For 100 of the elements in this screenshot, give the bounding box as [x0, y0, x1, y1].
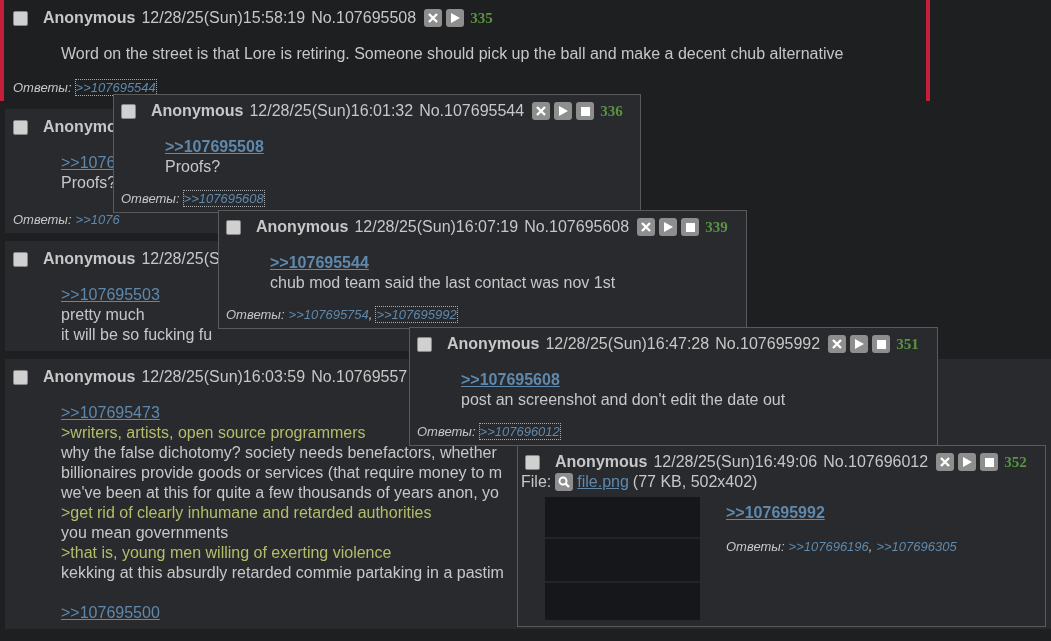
close-button[interactable] — [936, 453, 955, 471]
checkbox[interactable] — [121, 103, 136, 119]
play-icon — [450, 13, 460, 23]
post-number[interactable]: No.107695508 — [311, 9, 417, 27]
post-date: 12/28/25(Sun)16:07:19 — [354, 218, 519, 236]
stop-button[interactable] — [681, 218, 700, 236]
greentext-line: >get rid of clearly inhumane and retarded authorities — [61, 504, 432, 521]
x-icon — [641, 222, 652, 232]
post-date: 12/28/25(S — [141, 250, 220, 268]
poster-name: Anonymous — [43, 368, 136, 386]
stop-icon — [984, 457, 994, 467]
checkbox[interactable] — [13, 119, 28, 135]
poster-name: Anonymous — [555, 453, 648, 471]
checkbox[interactable] — [226, 219, 241, 235]
post-text-line: chub mod team said the last contact was nov 1st — [270, 274, 616, 291]
post-number[interactable]: No.107695608 — [524, 218, 630, 236]
quote-link[interactable]: >>107695500 — [61, 604, 160, 621]
poster-name: Anonymous — [256, 218, 349, 236]
stop-button[interactable] — [872, 335, 891, 353]
post-text-line: kekking at this absurdly retarded commie partaking in a pastim — [61, 564, 504, 581]
post-text-line: Proofs? — [165, 158, 221, 175]
post-counter: 339 — [705, 218, 728, 236]
replies-label: Ответы: — [121, 191, 180, 206]
replies-label: Ответы: — [726, 539, 785, 554]
reply-link[interactable]: >>107695608 — [183, 191, 264, 206]
comma-separator: , — [368, 307, 373, 322]
stop-icon — [685, 222, 695, 232]
post-counter: 351 — [896, 335, 919, 353]
stop-button[interactable] — [576, 102, 595, 120]
x-icon — [536, 106, 547, 116]
play-icon — [962, 457, 972, 467]
play-button[interactable] — [554, 102, 573, 120]
greentext-line: >writers, artists, open source programmers — [61, 424, 366, 441]
x-icon — [428, 13, 439, 23]
post-text-line: we've been at this for quite a few thousands of years anon, yo — [61, 484, 499, 501]
file-info: (77 KB, 502x402) — [632, 473, 758, 491]
play-button[interactable] — [958, 453, 977, 471]
stop-icon — [580, 106, 590, 116]
poster-name: Anonymous — [447, 335, 540, 353]
quote-link[interactable]: >>107695544 — [270, 254, 369, 271]
replies-label: Ответы: — [226, 307, 285, 322]
post-number[interactable]: No.107696012 — [823, 453, 929, 471]
post-text-line: pretty much — [61, 306, 145, 323]
stop-icon — [876, 339, 886, 349]
post-date: 12/28/25(Sun)16:47:28 — [545, 335, 710, 353]
checkbox[interactable] — [417, 336, 432, 352]
search-button[interactable] — [555, 473, 574, 491]
checkbox[interactable] — [13, 369, 28, 385]
reply-link[interactable]: >>107696196 — [788, 539, 869, 554]
post-counter: 336 — [600, 102, 623, 120]
file-link[interactable]: file.png — [577, 473, 629, 491]
reply-link[interactable]: >>107695992 — [376, 307, 457, 322]
play-button[interactable] — [446, 9, 465, 27]
checkbox[interactable] — [525, 454, 540, 470]
post-counter: 352 — [1004, 453, 1027, 471]
post-text-line: why the false dichotomy? society needs benefactors, whether — [61, 444, 497, 461]
replies-label: Ответы: — [417, 424, 476, 439]
post-number[interactable]: No.107695544 — [419, 102, 525, 120]
reply-link[interactable]: >>107695544 — [75, 80, 156, 95]
play-icon — [854, 339, 864, 349]
search-icon — [558, 476, 571, 488]
play-button[interactable] — [659, 218, 678, 236]
quote-link[interactable]: >>107695508 — [165, 138, 264, 155]
post-number[interactable]: No.107695992 — [715, 335, 821, 353]
poster-name: Anonymous — [43, 9, 136, 27]
replies-label: Ответы: — [13, 80, 72, 95]
comma-separator: , — [868, 539, 873, 554]
checkbox[interactable] — [13, 10, 28, 26]
post-counter: 335 — [470, 9, 493, 27]
quote-link[interactable]: >>107695503 — [61, 286, 160, 303]
play-icon — [663, 222, 673, 232]
close-button[interactable] — [424, 9, 443, 27]
quote-link[interactable]: >>107695473 — [61, 404, 160, 421]
replies-label: Ответы: — [13, 212, 72, 227]
reply-link[interactable]: >>107696012 — [479, 424, 560, 439]
post-text-line: Word on the street is that Lore is retiring. Someone should pick up the ball and make a decent chub alternative — [61, 45, 844, 62]
post-number[interactable]: No.10769557 — [311, 368, 408, 386]
close-button[interactable] — [532, 102, 551, 120]
file-label: File: — [521, 473, 552, 491]
post-text-line: post an screenshot and don't edit the date out — [461, 391, 786, 408]
post-date: 12/28/25(Sun)16:01:32 — [249, 102, 414, 120]
post-text-line: you mean governments — [61, 524, 229, 541]
greentext-line: >that is, young men willing of exerting violence — [61, 544, 392, 561]
quote-link[interactable]: >>107695608 — [461, 371, 560, 388]
reply-link[interactable]: >>107695754 — [288, 307, 369, 322]
checkbox[interactable] — [13, 251, 28, 267]
quote-link[interactable]: >>107695992 — [726, 504, 825, 521]
reply-link[interactable]: >>1076 — [75, 212, 120, 227]
post-text-line: it will be so fucking fu — [61, 326, 213, 343]
play-icon — [558, 106, 568, 116]
x-icon — [940, 457, 951, 467]
play-button[interactable] — [850, 335, 869, 353]
close-button[interactable] — [637, 218, 656, 236]
post-date: 12/28/25(Sun)16:03:59 — [141, 368, 306, 386]
reply-link[interactable]: >>107696305 — [876, 539, 957, 554]
post-date: 12/28/25(Sun)16:49:06 — [653, 453, 818, 471]
close-button[interactable] — [828, 335, 847, 353]
stop-button[interactable] — [980, 453, 999, 471]
post-text-line: billionaires provide goods or services (that require money to m — [61, 464, 503, 481]
x-icon — [832, 339, 843, 349]
